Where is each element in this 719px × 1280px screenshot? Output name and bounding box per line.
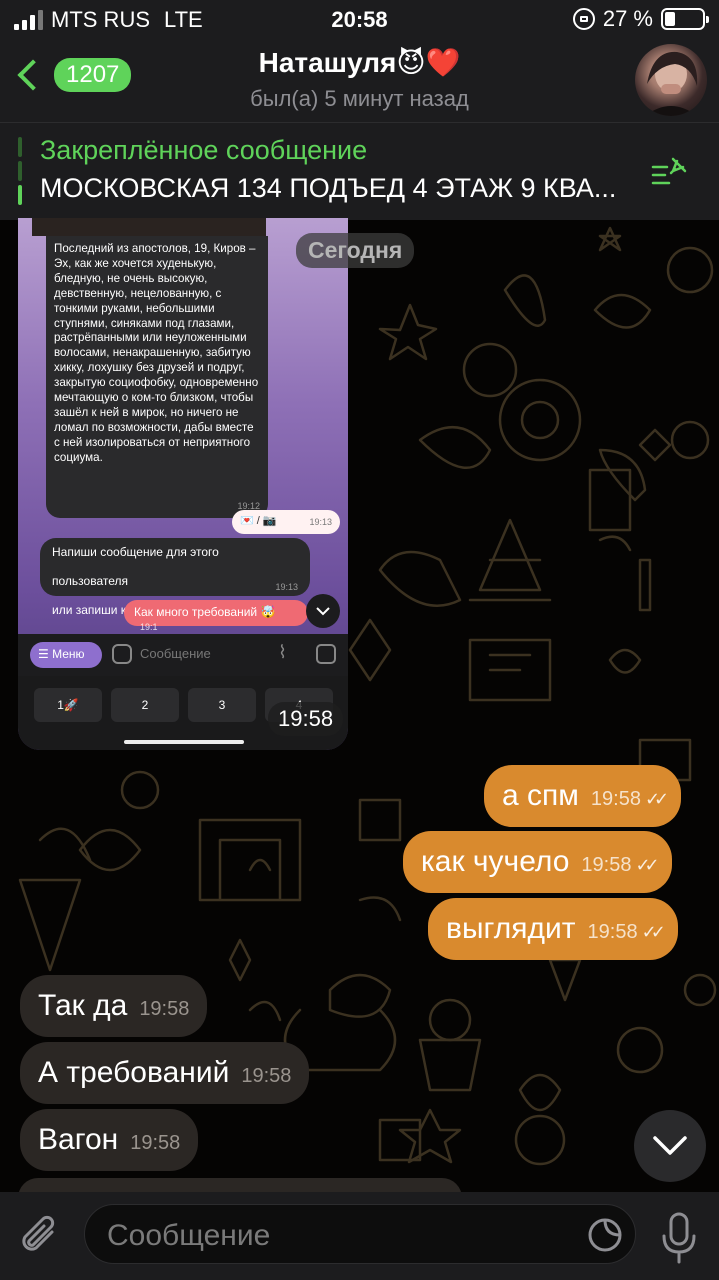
screenshot-outgoing-1: 💌 / 📷 19:13 (232, 510, 340, 534)
image-message-time: 19:58 (268, 702, 344, 736)
read-checks-icon: ✓✓ (635, 855, 659, 875)
screenshot-home-indicator (124, 740, 244, 744)
status-bar: MTS RUS LTE 20:58 27 % (0, 0, 719, 40)
sticker-button[interactable] (587, 1217, 623, 1253)
message-input-bar: Сообщение (0, 1192, 719, 1280)
read-checks-icon: ✓✓ (644, 789, 669, 809)
screenshot-outgoing-2-time: 19:1 (140, 622, 158, 632)
read-checks-icon: ✓✓ (641, 922, 666, 942)
message-text: Вагон (38, 1123, 119, 1156)
outgoing-message[interactable]: выглядит 19:58 ✓✓ (428, 898, 678, 960)
message-time: 19:58 (241, 1065, 292, 1087)
screenshot-input-placeholder: Сообщение (140, 646, 211, 661)
battery-percent: 27 % (602, 6, 653, 31)
screenshot-attach-icon: ⌇ (278, 642, 287, 662)
message-time: 19:58 (590, 788, 641, 810)
outgoing-message[interactable]: а спм 19:58 ✓✓ (484, 765, 682, 827)
last-seen-status: был(а) 5 минут назад (250, 86, 469, 111)
screenshot-outgoing-1-text: 💌 / 📷 (240, 515, 277, 527)
incoming-message[interactable]: Вагон 19:58 (20, 1109, 199, 1171)
screenshot-bot-time: 19:13 (275, 582, 298, 592)
pinned-message-bar[interactable]: Закреплённое сообщение МОСКОВСКАЯ 134 ПО… (0, 122, 719, 220)
message-time: 19:58 (130, 1132, 181, 1154)
pinned-title: Закреплённое сообщение (40, 135, 368, 165)
avatar[interactable] (635, 44, 707, 116)
orientation-lock-icon (572, 8, 595, 30)
paperclip-icon (22, 1215, 55, 1251)
pinned-list-icon[interactable] (651, 155, 691, 194)
battery-icon (661, 8, 709, 30)
image-message[interactable]: Последний из апостолов, 19, Киров – Эх, … (18, 218, 348, 750)
screenshot-camera-icon (316, 644, 336, 664)
chat-title[interactable]: Наташуля😈❤️ (0, 46, 719, 79)
message-time: 19:58 (139, 998, 190, 1020)
scroll-to-bottom-button[interactable] (634, 1110, 706, 1182)
message-text: а спм (502, 779, 579, 812)
chevron-down-icon (653, 1136, 687, 1155)
message-text: А требований (38, 1056, 230, 1089)
screenshot-chevron-down-icon (306, 594, 340, 628)
screenshot-bot-text-1: Напиши сообщение для этого пользователя (52, 545, 219, 588)
screenshot-message-text: Последний из апостолов, 19, Киров – Эх, … (54, 242, 259, 464)
screenshot-input-bar: ☰ Меню Сообщение ⌇ (18, 634, 348, 676)
screenshot-outgoing-2: Как много требований 🤯 19:1 (124, 600, 308, 632)
outgoing-message[interactable]: как чучело 19:58 ✓✓ (403, 831, 672, 893)
battery-fill (665, 12, 675, 26)
screenshot-message: Последний из апостолов, 19, Киров – Эх, … (46, 236, 268, 518)
sticker-icon (588, 1218, 622, 1252)
attach-button[interactable] (18, 1212, 62, 1260)
screenshot-outgoing-1-time: 19:13 (309, 517, 332, 527)
screenshot-menu-button: ☰ Меню (30, 642, 102, 668)
message-text: как чучело (421, 845, 570, 878)
screenshot-key-1: 1🚀 (34, 688, 102, 722)
screenshot-key-3: 3 (188, 688, 256, 722)
screenshot-bot-message: Напиши сообщение для этого пользователя … (40, 538, 310, 617)
incoming-message[interactable]: Так да 19:58 (20, 975, 208, 1037)
message-text: выглядит (446, 912, 576, 945)
date-separator: Сегодня (296, 233, 415, 268)
message-text: Так да (38, 989, 128, 1022)
message-time: 19:58 (587, 921, 638, 943)
status-right: 27 % (572, 6, 709, 32)
screenshot-outgoing-2-text: Как много требований 🤯 (134, 605, 276, 619)
screenshot-key-2: 2 (111, 688, 179, 722)
pinned-text: МОСКОВСКАЯ 134 ПОДЪЕД 4 ЭТАЖ 9 КВА... (40, 173, 617, 203)
message-input[interactable]: Сообщение (84, 1204, 636, 1264)
message-input-placeholder: Сообщение (107, 1219, 271, 1252)
pinned-indicator (18, 137, 22, 205)
screenshot-sticker-icon (112, 644, 132, 664)
voice-record-button[interactable] (659, 1210, 699, 1266)
microphone-icon (662, 1212, 696, 1264)
incoming-message[interactable]: А требований 19:58 (20, 1042, 310, 1104)
image-top-strip (32, 218, 266, 236)
message-time: 19:58 (581, 854, 632, 876)
chat-header: 1207 Наташуля😈❤️ был(а) 5 минут назад (0, 40, 719, 122)
